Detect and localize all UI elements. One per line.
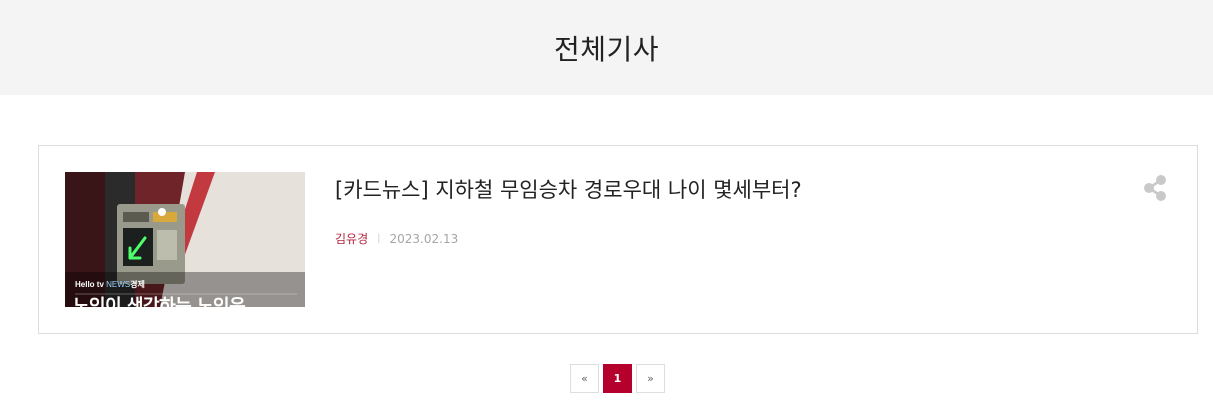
article-author[interactable]: 김유경 [335,230,368,247]
meta-separator: | [377,233,381,244]
thumbnail-brand-news: NEWS [106,280,131,289]
article-meta: 김유경 | 2023.02.13 [335,230,458,247]
article-date: 2023.02.13 [389,231,459,246]
thumbnail-brand: Hello tv NEWS경제 [75,279,145,290]
article-thumbnail[interactable]: Hello tv NEWS경제 노인이 생각하는 노인은 [65,172,305,307]
pagination: « 1 » [570,364,665,393]
next-page-button[interactable]: » [636,364,665,393]
page-button-current[interactable]: 1 [603,364,632,393]
page-title: 전체기사 [553,32,660,66]
thumbnail-brand-name: Hello tv [75,280,104,289]
thumbnail-brand-section: 경제 [130,280,145,289]
thumbnail-headline: 노인이 생각하는 노인은 [73,296,246,307]
article-card: Hello tv NEWS경제 노인이 생각하는 노인은 [카드뉴스] 지하철 … [38,145,1198,334]
prev-page-button[interactable]: « [570,364,599,393]
share-icon [1144,175,1166,201]
share-button[interactable] [1141,174,1169,202]
article-title-link[interactable]: [카드뉴스] 지하철 무임승차 경로우대 나이 몇세부터? [335,174,802,204]
page-header: 전체기사 [0,0,1213,95]
